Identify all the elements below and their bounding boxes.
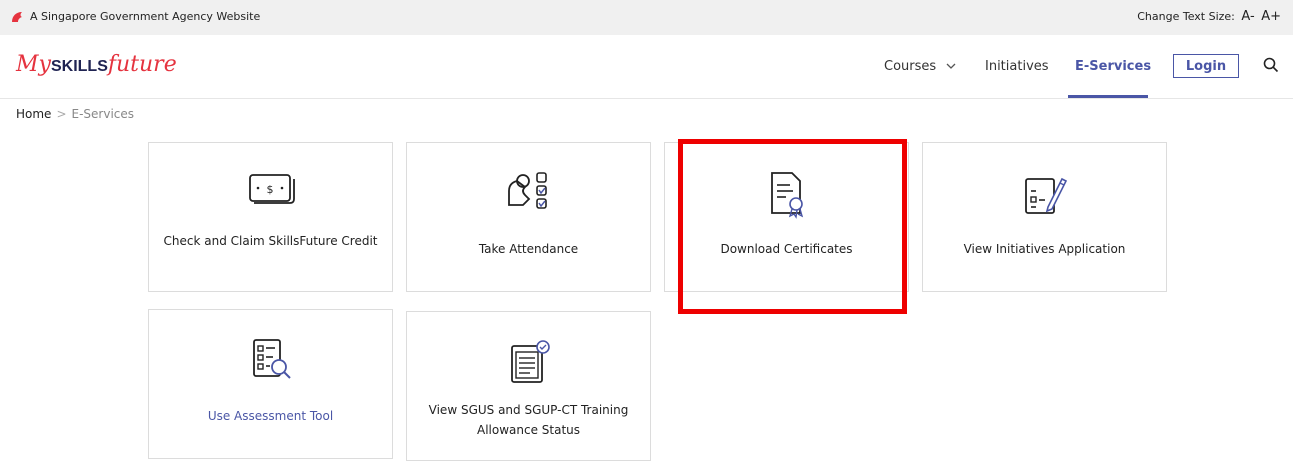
- decrease-text-size-button[interactable]: A-: [1241, 9, 1254, 24]
- card-label: Use Assessment Tool: [207, 409, 334, 423]
- text-size-control: Change Text Size: A- A+: [1137, 9, 1281, 24]
- service-card-check-claim-credit[interactable]: $ Check and Claim SkillsFuture Credit: [148, 142, 393, 292]
- gov-agency-text: A Singapore Government Agency Website: [30, 10, 261, 23]
- card-label: Download Certificates: [720, 242, 853, 256]
- increase-text-size-button[interactable]: A+: [1261, 9, 1281, 24]
- site-header: MySKILLSfuture Courses Initiatives E-Ser…: [0, 35, 1293, 99]
- svg-text:$: $: [266, 183, 273, 196]
- government-banner: A Singapore Government Agency Website Ch…: [0, 0, 1293, 35]
- nav-initiatives[interactable]: Initiatives: [985, 59, 1049, 74]
- active-nav-indicator: [1068, 95, 1148, 98]
- card-label: Take Attendance: [478, 242, 579, 256]
- service-card-view-sgus-allowance-status[interactable]: View SGUS and SGUP-CT Training Allowance…: [406, 311, 651, 461]
- card-label: Check and Claim SkillsFuture Credit: [163, 234, 378, 248]
- search-icon[interactable]: [1263, 57, 1279, 73]
- allowance-status-icon: [510, 340, 550, 383]
- text-size-label: Change Text Size:: [1137, 10, 1235, 23]
- myskillsfuture-logo[interactable]: MySKILLSfuture: [16, 52, 177, 77]
- assessment-icon: [252, 339, 291, 379]
- breadcrumb: Home > E-Services: [16, 107, 134, 121]
- nav-courses[interactable]: Courses: [884, 59, 956, 74]
- nav-eservices[interactable]: E-Services: [1075, 59, 1151, 74]
- application-icon: [1024, 177, 1067, 214]
- service-card-view-initiatives-application[interactable]: View Initiatives Application: [922, 142, 1167, 292]
- singapore-lion-icon: [12, 12, 22, 22]
- service-card-download-certificates[interactable]: Download Certificates: [664, 142, 909, 292]
- card-label: View Initiatives Application: [963, 242, 1126, 256]
- credit-card-icon: $: [248, 174, 295, 204]
- service-card-take-attendance[interactable]: Take Attendance: [406, 142, 651, 292]
- attendance-icon: [507, 172, 547, 209]
- breadcrumb-current: E-Services: [71, 107, 135, 121]
- chevron-down-icon: [946, 63, 956, 69]
- breadcrumb-home[interactable]: Home: [16, 107, 51, 121]
- certificate-icon: [770, 172, 803, 219]
- service-card-use-assessment-tool[interactable]: Use Assessment Tool: [148, 309, 393, 459]
- login-button[interactable]: Login: [1173, 54, 1239, 78]
- breadcrumb-separator: >: [56, 107, 67, 121]
- card-label: View SGUS and SGUP-CT Training Allowance…: [428, 403, 629, 437]
